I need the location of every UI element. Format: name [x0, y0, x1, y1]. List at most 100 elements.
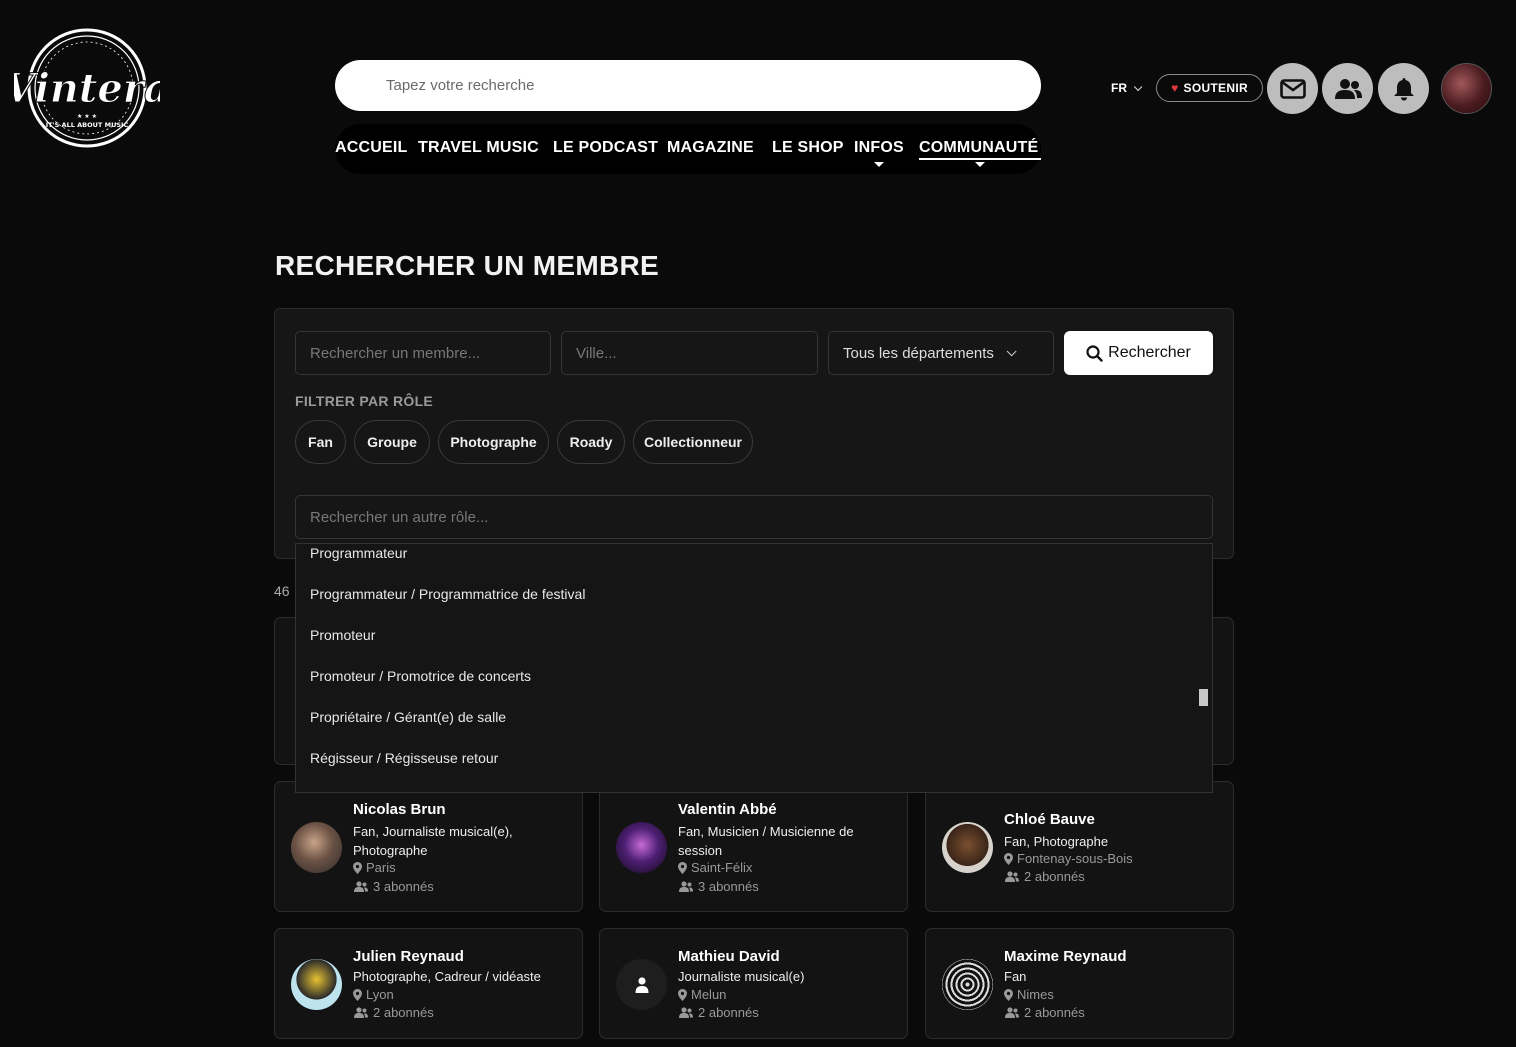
users-icon [1005, 871, 1019, 882]
member-subs-count: 2 abonnés [1024, 869, 1085, 884]
city-placeholder: Ville... [576, 344, 617, 362]
member-city: Nimes [1017, 987, 1054, 1002]
role-option[interactable]: Promoteur [310, 627, 375, 643]
member-subscribers: 2 abonnés [1004, 1005, 1085, 1020]
map-pin-icon [353, 861, 362, 874]
member-subs-count: 2 abonnés [698, 1005, 759, 1020]
member-search-input[interactable]: Rechercher un membre... [295, 331, 551, 375]
nav-infos[interactable]: INFOS [854, 139, 904, 157]
chevron-down-icon [1133, 82, 1143, 92]
department-selected: Tous les départements [843, 344, 994, 362]
other-role-input[interactable]: Rechercher un autre rôle... [295, 495, 1213, 539]
member-location: Nimes [1004, 987, 1054, 1002]
member-location: Fontenay-sous-Bois [1004, 851, 1133, 866]
global-search-placeholder: Tapez votre recherche [386, 77, 535, 94]
member-roles: Fan, Musicien / Musicienne de session [678, 824, 854, 858]
member-subs-count: 3 abonnés [373, 879, 434, 894]
member-search-placeholder: Rechercher un membre... [310, 344, 481, 362]
member-card[interactable]: Valentin Abbé Fan, Musicien / Musicienne… [599, 781, 908, 912]
member-subscribers: 2 abonnés [353, 1005, 434, 1020]
role-chip-roady[interactable]: Roady [557, 420, 625, 464]
member-card[interactable]: Chloé Bauve Fan, Photographe Fontenay-so… [925, 781, 1234, 912]
map-pin-icon [678, 861, 687, 874]
role-chip-photographe[interactable]: Photographe [438, 420, 549, 464]
map-pin-icon [1004, 988, 1013, 1001]
language-selector[interactable]: FR [1111, 81, 1143, 95]
role-chip-groupe[interactable]: Groupe [354, 420, 430, 464]
member-subscribers: 3 abonnés [678, 879, 759, 894]
member-name[interactable]: Chloé Bauve [1004, 811, 1095, 828]
role-option[interactable]: Programmateur / Programmatrice de festiv… [310, 586, 585, 602]
logo-tagline: IT'S ALL ABOUT MUSIC [46, 121, 129, 129]
community-button[interactable] [1322, 63, 1373, 114]
language-label: FR [1111, 81, 1127, 95]
users-icon [1005, 1007, 1019, 1018]
search-button[interactable]: Rechercher [1064, 331, 1213, 375]
users-icon [354, 1007, 368, 1018]
support-button[interactable]: ♥ SOUTENIR [1156, 74, 1263, 102]
member-name[interactable]: Maxime Reynaud [1004, 948, 1127, 965]
member-name[interactable]: Valentin Abbé [678, 801, 777, 818]
avatar [942, 822, 993, 873]
role-option[interactable]: Propriétaire / Gérant(e) de salle [310, 709, 506, 725]
nav-travel-music[interactable]: TRAVEL MUSIC [418, 139, 539, 157]
nav-accueil[interactable]: ACCUEIL [335, 139, 408, 157]
search-button-label: Rechercher [1108, 344, 1191, 361]
avatar [616, 822, 667, 873]
member-subs-count: 2 abonnés [373, 1005, 434, 1020]
vintera-logo[interactable]: Vintera IT'S ALL ABOUT MUSIC ★ ★ ★ [4, 26, 170, 150]
messages-button[interactable] [1267, 63, 1318, 114]
role-option[interactable]: Promoteur / Promotrice de concerts [310, 668, 531, 684]
role-option[interactable]: Régisseur / Régisseuse retour [310, 750, 498, 766]
dropdown-scrollbar-thumb[interactable] [1199, 689, 1208, 706]
role-chip-collectionneur[interactable]: Collectionneur [633, 420, 753, 464]
member-card[interactable]: Mathieu David Journaliste musical(e) Mel… [599, 928, 908, 1039]
member-name[interactable]: Mathieu David [678, 948, 780, 965]
department-select[interactable]: Tous les départements [828, 331, 1054, 375]
avatar [942, 959, 993, 1010]
member-city: Melun [691, 987, 727, 1002]
nav-le-podcast[interactable]: LE PODCAST [553, 139, 658, 157]
users-icon [1334, 78, 1362, 99]
bell-icon [1393, 77, 1414, 100]
member-name[interactable]: Nicolas Brun [353, 801, 446, 818]
city-input[interactable]: Ville... [561, 331, 818, 375]
member-city: Fontenay-sous-Bois [1017, 851, 1133, 866]
member-roles: Fan, Journaliste musical(e), Photographe [353, 824, 513, 858]
search-icon [1086, 344, 1103, 362]
member-location: Paris [353, 860, 396, 875]
member-subs-count: 3 abonnés [698, 879, 759, 894]
member-subscribers: 3 abonnés [353, 879, 434, 894]
results-count: 46 [274, 583, 290, 599]
nav-active-underline [919, 158, 1041, 160]
member-card[interactable]: Maxime Reynaud Fan Nimes 2 abonnés [925, 928, 1234, 1039]
avatar [291, 959, 342, 1010]
users-icon [679, 881, 693, 892]
nav-communaute[interactable]: COMMUNAUTÉ [919, 139, 1038, 157]
member-card[interactable]: Nicolas Brun Fan, Journaliste musical(e)… [274, 781, 583, 912]
map-pin-icon [353, 988, 362, 1001]
heart-icon: ♥ [1171, 81, 1179, 95]
users-icon [354, 881, 368, 892]
svg-text:★ ★ ★: ★ ★ ★ [77, 113, 97, 120]
filter-by-role-label: FILTRER PAR RÔLE [295, 393, 434, 409]
map-pin-icon [678, 988, 687, 1001]
member-location: Lyon [353, 987, 394, 1002]
user-avatar[interactable] [1441, 63, 1492, 114]
main-nav: ACCUEIL TRAVEL MUSIC LE PODCAST MAGAZINE… [335, 124, 1041, 174]
avatar [616, 959, 667, 1010]
role-chip-fan[interactable]: Fan [295, 420, 346, 464]
notifications-button[interactable] [1378, 63, 1429, 114]
map-pin-icon [1004, 852, 1013, 865]
chevron-down-icon [1006, 345, 1017, 356]
member-roles: Photographe, Cadreur / vidéaste [353, 969, 541, 984]
member-roles: Fan [1004, 969, 1027, 984]
member-name[interactable]: Julien Reynaud [353, 948, 464, 965]
global-search-input[interactable]: Tapez votre recherche [335, 60, 1041, 111]
member-card[interactable]: Julien Reynaud Photographe, Cadreur / vi… [274, 928, 583, 1039]
user-placeholder-icon [635, 976, 648, 993]
nav-le-shop[interactable]: LE SHOP [772, 139, 844, 157]
role-option[interactable]: Programmateur [310, 545, 407, 561]
nav-magazine[interactable]: MAGAZINE [667, 139, 754, 157]
member-roles: Journaliste musical(e) [678, 969, 805, 984]
